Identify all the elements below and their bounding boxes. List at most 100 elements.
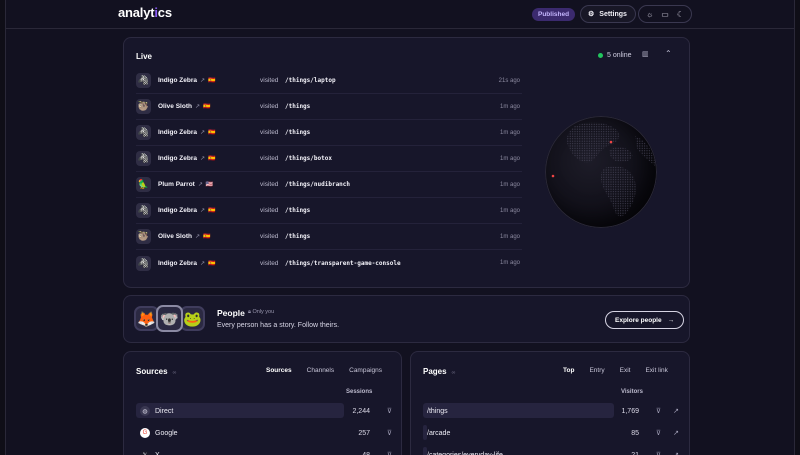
page-row[interactable]: /arcade 85 ⊽ ↗ xyxy=(423,422,679,444)
filter-icon[interactable]: ⊽ xyxy=(387,451,392,455)
gear-icon: ⚙ xyxy=(588,11,595,18)
live-card: Live 5 online ▥ ⌃ 🦓 Indigo Zebra ↗ 🇪🇸 visite… xyxy=(123,37,690,288)
avatar[interactable]: 🦜 xyxy=(136,177,151,192)
live-activity-row[interactable]: 🦓 Indigo Zebra ↗ 🇪🇸 visited/things 1m ago xyxy=(136,198,522,224)
online-dot-icon xyxy=(598,53,603,58)
visitor-count: 1,769 xyxy=(621,407,639,415)
live-activity-row[interactable]: 🦜 Plum Parrot ↗ 🇺🇸 visited/things/nudibranch… xyxy=(136,172,522,198)
settings-button[interactable]: ⚙ Settings xyxy=(580,5,636,23)
lock-icon: 🔒︎ xyxy=(248,309,251,315)
people-title: People xyxy=(217,308,245,318)
visitor-name[interactable]: Plum Parrot ↗ 🇺🇸 xyxy=(158,181,258,188)
tab-exit-link[interactable]: Exit link xyxy=(639,365,673,376)
filter-icon[interactable]: ⊽ xyxy=(387,407,392,415)
avatar[interactable]: 🦥 xyxy=(136,229,151,244)
tab-campaigns[interactable]: Campaigns xyxy=(343,365,388,376)
visited-path[interactable]: /things xyxy=(285,233,310,240)
filter-icon[interactable]: ⊽ xyxy=(656,429,661,437)
external-link-icon[interactable]: ↗ xyxy=(673,429,679,437)
pages-list: /things 1,769 ⊽ ↗/arcade 85 ⊽ ↗/categories/eve… xyxy=(423,400,679,455)
action-verb: visited xyxy=(260,129,279,136)
tab-sources[interactable]: Sources xyxy=(260,365,298,376)
visited-path[interactable]: /things/nudibranch xyxy=(285,181,350,188)
globe-map[interactable] xyxy=(545,116,657,228)
timestamp: 1m ago xyxy=(499,181,520,188)
sources-title: Sources ∞ xyxy=(136,367,177,376)
live-activity-row[interactable]: 🦓 Indigo Zebra ↗ 🇪🇸 visited/things/laptop 21s… xyxy=(136,68,522,94)
external-link-icon: ↗ xyxy=(200,130,206,136)
moon-icon[interactable]: ☾ xyxy=(677,10,684,19)
country-flag: 🇪🇸 xyxy=(202,234,211,240)
visited-path[interactable]: /things/transparent-game-console xyxy=(285,260,401,267)
avatar[interactable]: 🦓 xyxy=(136,255,151,271)
session-count: 2,244 xyxy=(352,407,370,415)
monitor-icon[interactable]: ▭ xyxy=(661,10,669,19)
chevron-up-icon[interactable]: ⌃ xyxy=(665,49,672,58)
people-avatars: 🦊 🐨 🐸 xyxy=(134,305,205,332)
pause-icon[interactable]: ▥ xyxy=(642,50,649,58)
action-verb: visited xyxy=(260,77,279,84)
filter-icon[interactable]: ⊽ xyxy=(656,451,661,455)
privacy-note: 🔒︎ Only you xyxy=(248,309,275,315)
external-link-icon: ↗ xyxy=(200,156,206,162)
avatar[interactable]: 🐨 xyxy=(156,305,183,332)
live-activity-row[interactable]: 🦓 Indigo Zebra ↗ 🇪🇸 visited/things 1m ago xyxy=(136,120,522,146)
visitor-name[interactable]: Indigo Zebra ↗ 🇪🇸 xyxy=(158,207,258,214)
visitor-name[interactable]: Indigo Zebra ↗ 🇪🇸 xyxy=(158,77,258,84)
logo[interactable]: analytics xyxy=(118,5,172,20)
live-activity-list: 🦓 Indigo Zebra ↗ 🇪🇸 visited/things/laptop 21s… xyxy=(136,68,522,276)
avatar[interactable]: 🦓 xyxy=(136,73,151,88)
country-flag: 🇪🇸 xyxy=(208,156,216,162)
visitor-name[interactable]: Olive Sloth ↗ 🇪🇸 xyxy=(158,233,258,240)
visited-path[interactable]: /things xyxy=(285,129,310,136)
visited-path[interactable]: /things xyxy=(285,207,310,214)
timestamp: 1m ago xyxy=(499,103,520,110)
live-activity-row[interactable]: 🦥 Olive Sloth ↗ 🇪🇸 visited/things 1m ago xyxy=(136,94,522,120)
live-activity-row[interactable]: 🦓 Indigo Zebra ↗ 🇪🇸 visited/things/transpare… xyxy=(136,250,522,276)
published-badge: Published xyxy=(532,8,576,21)
sources-card: Sources ∞ Sources Channels Campaigns Sess… xyxy=(123,351,402,455)
avatar[interactable]: 🐸 xyxy=(180,306,205,331)
source-row[interactable]: ◍ Direct 2,244 ⊽ xyxy=(136,400,392,422)
external-link-icon: ↗ xyxy=(194,234,200,240)
explore-people-button[interactable]: Explore people → xyxy=(605,311,685,329)
country-flag: 🇪🇸 xyxy=(208,78,216,84)
theme-switcher: ☼ ▭ ☾ xyxy=(638,5,692,23)
sources-tabs: Sources Channels Campaigns xyxy=(260,365,388,376)
live-activity-row[interactable]: 🦥 Olive Sloth ↗ 🇪🇸 visited/things 1m ago xyxy=(136,224,522,250)
tab-top[interactable]: Top xyxy=(557,365,580,376)
sources-list: ◍ Direct 2,244 ⊽ G Google 257 ⊽ 𝕏 X 48 ⊽ xyxy=(136,400,392,455)
tab-exit[interactable]: Exit xyxy=(614,365,637,376)
source-row[interactable]: G Google 257 ⊽ xyxy=(136,422,392,444)
source-label: Direct xyxy=(155,407,174,415)
visited-path[interactable]: /things xyxy=(285,103,310,110)
action-verb: visited xyxy=(260,181,279,188)
action-verb: visited xyxy=(260,155,279,162)
page-row[interactable]: /categories/everyday-life 21 ⊽ ↗ xyxy=(423,444,679,455)
external-link-icon[interactable]: ↗ xyxy=(673,407,679,415)
external-link-icon[interactable]: ↗ xyxy=(673,451,679,455)
external-link-icon: ↗ xyxy=(197,182,203,188)
avatar[interactable]: 🦓 xyxy=(136,151,151,166)
visitor-name[interactable]: Olive Sloth ↗ 🇪🇸 xyxy=(158,103,258,110)
visitor-name[interactable]: Indigo Zebra ↗ 🇪🇸 xyxy=(158,260,258,267)
page-row[interactable]: /things 1,769 ⊽ ↗ xyxy=(423,400,679,422)
timestamp: 1m ago xyxy=(499,129,520,136)
visitor-name[interactable]: Indigo Zebra ↗ 🇪🇸 xyxy=(158,129,258,136)
sun-icon[interactable]: ☼ xyxy=(646,10,653,19)
avatar[interactable]: 🦥 xyxy=(136,99,151,114)
visited-path[interactable]: /things/botox xyxy=(285,155,332,162)
google-icon: G xyxy=(140,428,150,438)
people-card: 🦊 🐨 🐸 People 🔒︎ Only you Every person ha… xyxy=(123,295,690,343)
source-row[interactable]: 𝕏 X 48 ⊽ xyxy=(136,444,392,455)
avatar[interactable]: 🦓 xyxy=(136,125,151,140)
avatar[interactable]: 🦓 xyxy=(136,203,151,218)
visitor-name[interactable]: Indigo Zebra ↗ 🇪🇸 xyxy=(158,155,258,162)
tab-channels[interactable]: Channels xyxy=(301,365,340,376)
filter-icon[interactable]: ⊽ xyxy=(656,407,661,415)
visited-path[interactable]: /things/laptop xyxy=(285,77,336,84)
globe-graphic xyxy=(545,116,657,228)
filter-icon[interactable]: ⊽ xyxy=(387,429,392,437)
live-activity-row[interactable]: 🦓 Indigo Zebra ↗ 🇪🇸 visited/things/botox 1m a… xyxy=(136,146,522,172)
tab-entry[interactable]: Entry xyxy=(583,365,610,376)
